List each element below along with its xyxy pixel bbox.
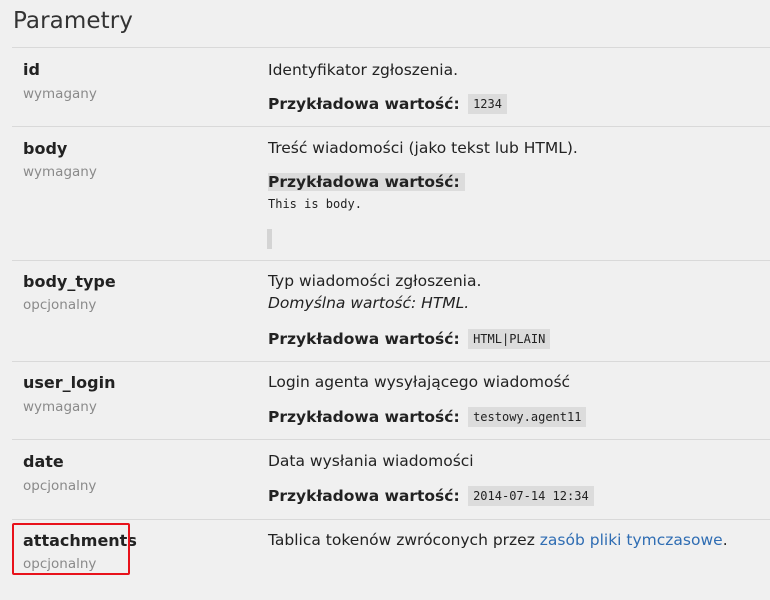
param-name: body_type <box>23 272 116 291</box>
example-value-block: This is body. <box>268 197 362 211</box>
param-description: Data wysłania wiadomości <box>268 452 474 470</box>
param-requirement: wymagany <box>23 399 97 415</box>
param-default: Domyślna wartość: HTML. <box>268 294 470 312</box>
code-block-end <box>267 229 272 249</box>
description-suffix: . <box>722 531 728 549</box>
param-name: body <box>23 139 68 158</box>
example-label: Przykładowa wartość: <box>268 95 460 113</box>
param-row-id: id wymagany Identyfikator zgłoszenia. Pr… <box>12 47 770 126</box>
example-label: Przykładowa wartość: <box>268 487 460 505</box>
param-name: user_login <box>23 373 116 392</box>
example-value: 1234 <box>468 94 507 114</box>
param-requirement: wymagany <box>23 164 97 180</box>
param-example: Przykładowa wartość: 2014-07-14 12:34 <box>268 486 594 506</box>
param-description: Treść wiadomości (jako tekst lub HTML). <box>268 139 578 157</box>
description-text: Tablica tokenów zwróconych przez <box>268 531 540 549</box>
param-row-body-type: body_type opcjonalny Typ wiadomości zgło… <box>12 260 770 361</box>
page-title: Parametry <box>13 8 134 34</box>
param-requirement: opcjonalny <box>23 297 97 313</box>
param-description: Typ wiadomości zgłoszenia. <box>268 272 482 290</box>
param-description: Tablica tokenów zwróconych przez zasób p… <box>268 531 728 549</box>
param-requirement: opcjonalny <box>23 478 97 494</box>
example-value: HTML|PLAIN <box>468 329 551 349</box>
param-row-date: date opcjonalny Data wysłania wiadomości… <box>12 439 770 519</box>
temporary-files-resource-link[interactable]: zasób pliki tymczasowe <box>540 531 723 549</box>
param-row-user-login: user_login wymagany Login agenta wysyłaj… <box>12 361 770 439</box>
highlight-annotation-box <box>12 523 130 575</box>
example-label: Przykładowa wartość: <box>268 173 465 191</box>
param-description: Login agenta wysyłającego wiadomość <box>268 373 571 391</box>
example-value: 2014-07-14 12:34 <box>468 486 594 506</box>
param-name: date <box>23 452 64 471</box>
example-value: testowy.agent11 <box>468 407 587 427</box>
param-example: Przykładowa wartość: testowy.agent11 <box>268 407 587 427</box>
param-requirement: wymagany <box>23 86 97 102</box>
param-example: Przykładowa wartość: 1234 <box>268 94 507 114</box>
parameters-table: id wymagany Identyfikator zgłoszenia. Pr… <box>12 47 770 600</box>
example-label: Przykładowa wartość: <box>268 330 460 348</box>
param-row-body: body wymagany Treść wiadomości (jako tek… <box>12 126 770 260</box>
param-name: id <box>23 60 40 79</box>
param-example: Przykładowa wartość: <box>268 173 465 191</box>
param-example: Przykładowa wartość: HTML|PLAIN <box>268 329 551 349</box>
param-description: Identyfikator zgłoszenia. <box>268 61 459 79</box>
example-label: Przykładowa wartość: <box>268 408 460 426</box>
